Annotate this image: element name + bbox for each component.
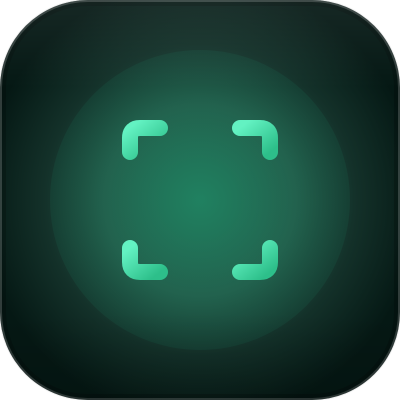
app-icon[interactable] — [0, 0, 400, 400]
scan-corner-bottom-right — [232, 240, 278, 280]
scan-corner-top-left — [122, 120, 168, 160]
icon-stage — [0, 0, 400, 400]
scan-corner-top-right — [232, 120, 278, 160]
scan-corner-bottom-left — [122, 240, 168, 280]
document-scan-icon — [122, 120, 278, 280]
